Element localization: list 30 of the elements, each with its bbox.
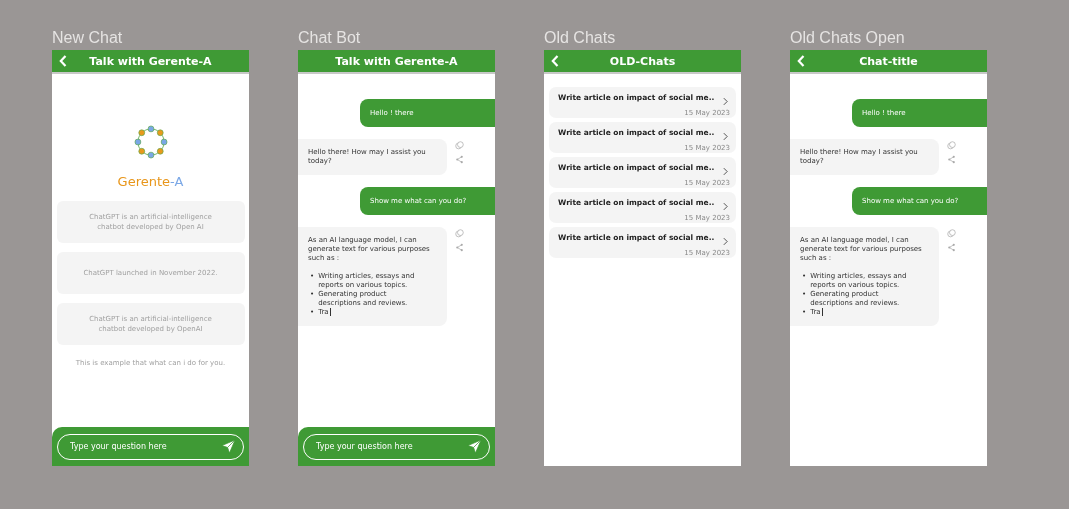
- header-title: Chat-title: [859, 54, 918, 68]
- frame-label: Chat Bot: [298, 28, 362, 48]
- brand-name: Gerente-A: [117, 174, 184, 189]
- frame-label: New Chat: [52, 28, 124, 48]
- header-title: OLD-Chats: [609, 54, 676, 68]
- copy-icon[interactable]: [947, 229, 956, 238]
- chevron-icon: [723, 202, 728, 211]
- send-icon[interactable]: [221, 439, 236, 454]
- back-icon[interactable]: [59, 55, 67, 67]
- chevron-icon: [723, 237, 728, 246]
- chevron-icon: [723, 132, 728, 141]
- copy-icon[interactable]: [455, 229, 464, 238]
- share-icon[interactable]: [455, 155, 464, 164]
- back-icon[interactable]: [551, 55, 559, 67]
- copy-icon[interactable]: [455, 141, 464, 150]
- share-icon[interactable]: [455, 243, 464, 252]
- send-icon[interactable]: [467, 439, 482, 454]
- chevron-icon: [723, 167, 728, 176]
- back-icon[interactable]: [797, 55, 805, 67]
- frame-label: Old Chats Open: [790, 28, 906, 48]
- question-input[interactable]: Type your question here: [57, 433, 244, 460]
- header-title: Talk with Gerente-A: [89, 54, 212, 68]
- chevron-icon: [723, 97, 728, 106]
- copy-icon[interactable]: [947, 141, 956, 150]
- logo-icon: [132, 124, 169, 160]
- frame-label: Old Chats: [544, 28, 617, 48]
- header-title: Talk with Gerente-A: [335, 54, 458, 68]
- share-icon[interactable]: [947, 243, 956, 252]
- share-icon[interactable]: [947, 155, 956, 164]
- question-input[interactable]: Type your question here: [303, 433, 490, 460]
